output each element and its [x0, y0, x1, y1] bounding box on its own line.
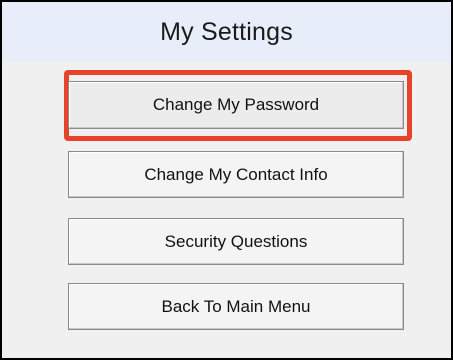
window-title: My Settings: [160, 17, 293, 46]
change-password-label: Change My Password: [152, 95, 320, 114]
security-questions-label: Security Questions: [164, 231, 308, 251]
back-to-main-menu-label: Back To Main Menu: [161, 296, 311, 316]
back-to-main-menu-button[interactable]: Back To Main Menu: [68, 283, 404, 330]
settings-window: My Settings Change My Password Change My…: [0, 0, 453, 360]
change-contact-info-button[interactable]: Change My Contact Info: [68, 151, 404, 198]
title-bar: My Settings: [2, 2, 451, 62]
security-questions-button[interactable]: Security Questions: [68, 218, 404, 265]
settings-panel: Change My Password Change My Contact Inf…: [2, 62, 451, 358]
change-contact-info-label: Change My Contact Info: [144, 164, 328, 184]
change-password-button[interactable]: Change My Password: [68, 81, 404, 129]
